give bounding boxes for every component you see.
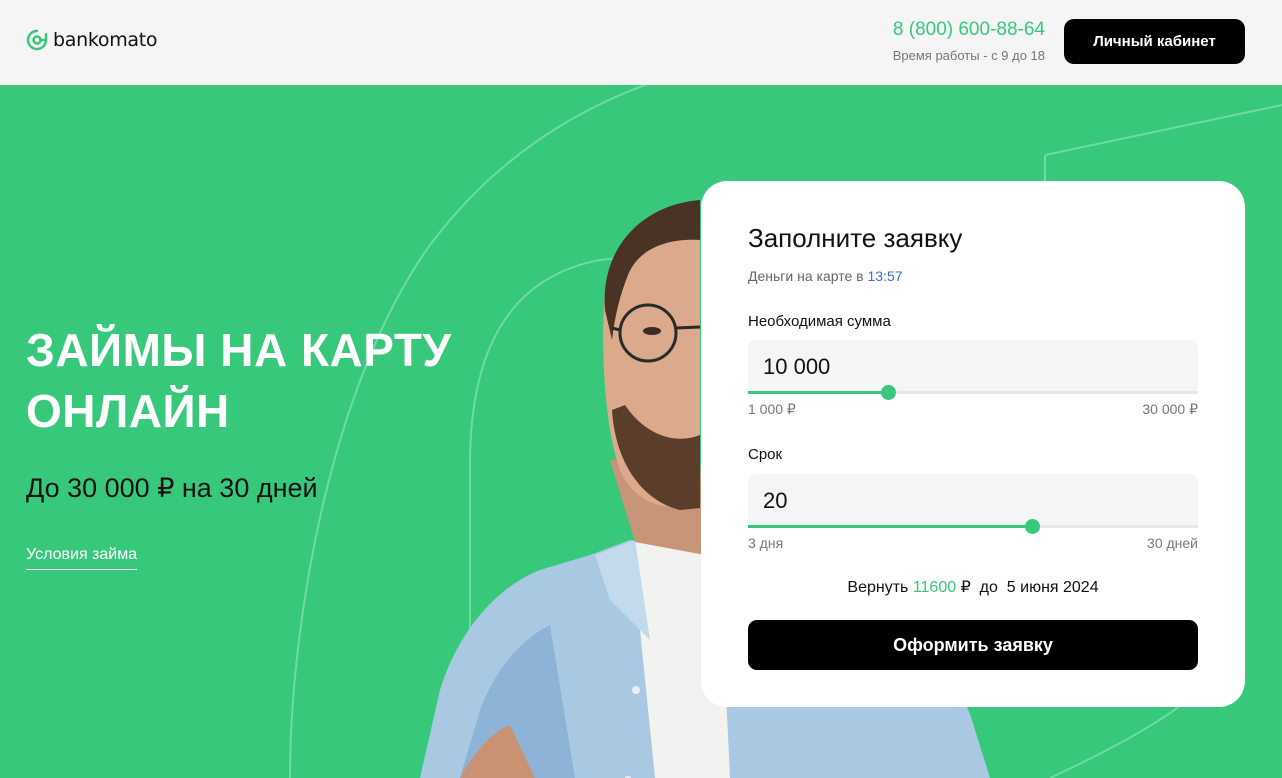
phone-number[interactable]: 8 (800) 600-88-64 — [893, 19, 1045, 41]
money-eta: Деньги на карте в 13:57 — [748, 268, 903, 284]
form-title: Заполните заявку — [748, 223, 963, 253]
personal-cabinet-button[interactable]: Личный кабинет — [1064, 19, 1245, 64]
logo[interactable]: bankomato — [26, 29, 158, 51]
return-currency: ₽ — [960, 579, 971, 596]
money-eta-prefix: Деньги на карте в — [748, 268, 864, 284]
term-min: 3 дня — [748, 535, 784, 551]
return-prefix: Вернуть — [847, 579, 909, 596]
logo-icon — [26, 29, 48, 51]
return-amount: 11600 — [912, 579, 957, 596]
return-date: 5 июня 2024 — [1006, 579, 1099, 596]
return-summary: Вернуть 11600 ₽ до 5 июня 2024 — [701, 577, 1245, 597]
amount-min: 1 000 ₽ — [748, 401, 796, 417]
hero-title-line1: ЗАЙМЫ НА КАРТУ — [26, 324, 452, 376]
term-value[interactable]: 20 — [763, 488, 787, 514]
loan-terms-link[interactable]: Условия займа — [26, 546, 138, 570]
hero-title-line2: ОНЛАЙН — [26, 385, 230, 437]
term-field[interactable]: 20 — [748, 474, 1198, 534]
term-max: 30 дней — [1147, 535, 1198, 551]
money-eta-time: 13:57 — [867, 268, 903, 284]
term-label: Срок — [748, 446, 783, 463]
amount-slider-thumb[interactable] — [880, 385, 896, 400]
amount-field[interactable]: 10 000 — [748, 340, 1198, 400]
application-form-card: Заполните заявку Деньги на карте в 13:57… — [701, 181, 1245, 707]
term-slider-fill — [748, 525, 1032, 528]
amount-label: Необходимая сумма — [748, 313, 891, 330]
term-slider-track[interactable] — [748, 519, 1198, 534]
hero-subtitle: До 30 000 ₽ на 30 дней — [26, 473, 318, 503]
submit-application-button[interactable]: Оформить заявку — [748, 620, 1198, 670]
amount-max: 30 000 ₽ — [1142, 401, 1198, 417]
amount-slider-track[interactable] — [748, 385, 1198, 400]
working-hours: Время работы - с 9 до 18 — [892, 48, 1045, 63]
site-header: bankomato 8 (800) 600-88-64 Время работы… — [0, 0, 1282, 85]
return-until: до — [979, 579, 998, 596]
amount-slider-fill — [748, 391, 888, 394]
term-slider-thumb[interactable] — [1024, 519, 1040, 534]
contact-block: 8 (800) 600-88-64 Время работы - с 9 до … — [893, 19, 1045, 63]
logo-text: bankomato — [53, 29, 158, 51]
hero-section: ЗАЙМЫ НА КАРТУ ОНЛАЙН До 30 000 ₽ на 30 … — [0, 85, 1282, 778]
amount-value[interactable]: 10 000 — [763, 354, 830, 380]
